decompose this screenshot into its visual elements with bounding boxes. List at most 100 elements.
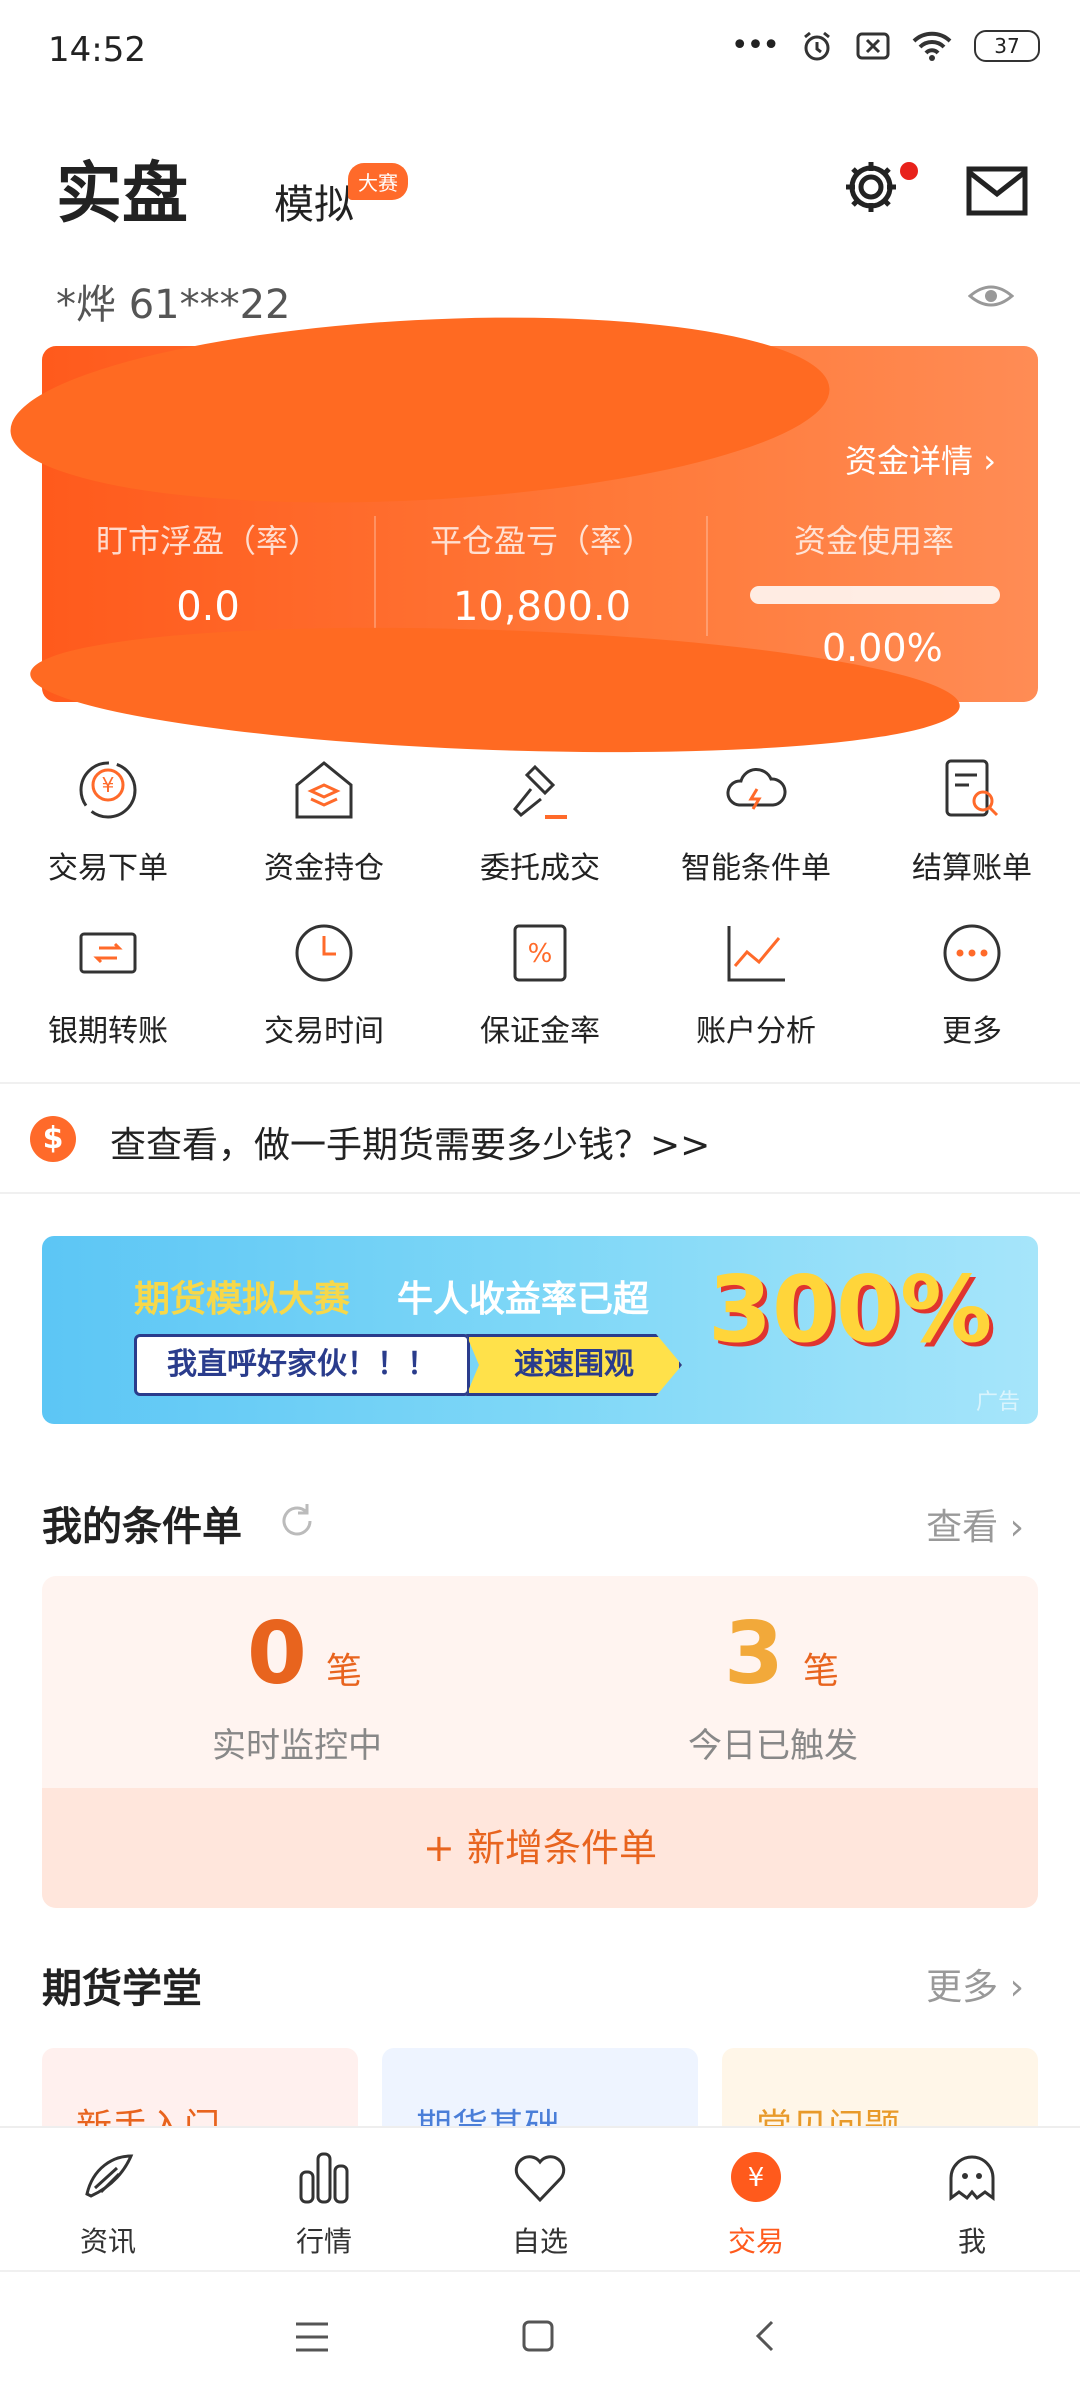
metric-label: 盯市浮盈（率）: [95, 522, 320, 560]
triggered-stat: 3 笔: [724, 1604, 839, 1704]
banner-title-a: 期货模拟大赛: [134, 1279, 351, 1320]
grid-trading-hours[interactable]: 交易时间: [216, 918, 432, 1050]
nav-watchlist[interactable]: 自选: [432, 2148, 648, 2260]
clock-icon: [295, 924, 353, 982]
heart-icon: [514, 2155, 566, 2203]
grid-label: 结算账单: [912, 851, 1032, 886]
menu-icon[interactable]: [294, 2320, 330, 2354]
cloud-lightning-icon: [726, 768, 787, 810]
grid-label: 保证金率: [480, 1014, 600, 1049]
alarm-icon: [804, 31, 830, 60]
grid-label: 资金持仓: [264, 851, 384, 886]
yen-badge-icon: ¥: [731, 2152, 781, 2202]
grid-label: 更多: [942, 1014, 1002, 1049]
grid-margin-rate[interactable]: % 保证金率: [432, 918, 648, 1050]
fund-detail-link[interactable]: 资金详情 ›: [845, 436, 996, 482]
conditions-view-link[interactable]: 查看 ›: [926, 1498, 1024, 1550]
grid-smart-conditions[interactable]: 智能条件单: [648, 755, 864, 887]
monitoring-unit: 笔: [325, 1651, 362, 1692]
nav-label: 资讯: [79, 2225, 136, 2258]
nav-label: 我: [957, 2225, 986, 2258]
metric-label: 平仓盈亏（率）: [429, 522, 654, 560]
battery-icon: 37: [974, 29, 1040, 62]
svg-text:%: %: [528, 939, 553, 969]
card-transfer-icon: [79, 932, 137, 974]
triggered-label: 今日已触发: [688, 1726, 858, 1766]
grid-bank-transfer[interactable]: 银期转账: [0, 918, 216, 1050]
triggered-unit: 笔: [802, 1651, 839, 1692]
settings-gear-icon[interactable]: [840, 156, 902, 218]
tab-real-trading[interactable]: 实盘: [56, 140, 188, 236]
svg-text:¥: ¥: [102, 773, 115, 797]
grid-account-analysis[interactable]: 账户分析: [648, 918, 864, 1050]
status-time: 14:52: [48, 30, 146, 70]
grid-trade-order[interactable]: ¥ 交易下单: [0, 755, 216, 887]
conditions-card: 0 笔 实时监控中 3 笔 今日已触发 + 新增条件单: [42, 1576, 1038, 1908]
nav-label: 交易: [727, 2225, 784, 2258]
monitoring-count: 0: [247, 1604, 307, 1704]
divider: [0, 1082, 1080, 1084]
nav-label: 行情: [295, 2225, 352, 2258]
nav-label: 自选: [511, 2225, 568, 2258]
banner-percent: 300%: [708, 1256, 993, 1363]
school-title: 期货学堂: [42, 1966, 202, 2012]
tab-simulation[interactable]: 模拟: [274, 172, 354, 230]
nav-news[interactable]: 资讯: [0, 2148, 216, 2260]
divider: [0, 1192, 1080, 1194]
grid-label: 委托成交: [480, 851, 600, 886]
banner-go-button[interactable]: 速速围观: [466, 1334, 682, 1396]
banner-callout: 我直呼好家伙！！！: [134, 1334, 470, 1396]
monitoring-label: 实时监控中: [212, 1726, 382, 1766]
gavel-icon: [512, 764, 567, 819]
fund-usage: 资金使用率: [708, 516, 1038, 562]
nav-me[interactable]: 我: [864, 2148, 1080, 2260]
nav-trade[interactable]: ¥ 交易: [648, 2148, 864, 2260]
cost-calculator-link[interactable]: 查查看，做一手期货需要多少钱？>>: [110, 1116, 710, 1168]
grid-orders-fills[interactable]: 委托成交: [432, 755, 648, 887]
mail-icon[interactable]: [966, 166, 1028, 216]
grid-label: 交易下单: [48, 851, 168, 886]
monitoring-stat: 0 笔: [247, 1604, 362, 1704]
percent-icon: %: [513, 924, 567, 982]
document-search-icon: [945, 759, 999, 817]
grid-label: 智能条件单: [681, 851, 831, 886]
metric-value: 0.0: [176, 584, 240, 630]
grid-more[interactable]: 更多: [864, 918, 1080, 1050]
status-bar: 14:52 ••• 37: [0, 0, 1080, 100]
ghost-avatar-icon: [949, 2155, 995, 2201]
eye-icon[interactable]: [968, 278, 1014, 314]
more-dots-icon: [943, 924, 1001, 982]
more-dots-status: •••: [730, 28, 780, 63]
wifi-icon: [912, 31, 952, 61]
fund-usage-bar: [750, 586, 1000, 604]
grid-settlement[interactable]: 结算账单: [864, 755, 1080, 887]
svg-text:¥: ¥: [748, 2163, 765, 2193]
floating-pnl: 盯市浮盈（率） 0.0: [42, 516, 374, 630]
conditions-title: 我的条件单: [42, 1504, 242, 1550]
home-icon[interactable]: [520, 2318, 556, 2354]
triggered-count: 3: [724, 1604, 784, 1704]
nav-market[interactable]: 行情: [216, 2148, 432, 2260]
line-chart-icon: [727, 926, 785, 982]
yen-circle-icon: ¥: [79, 761, 137, 819]
dollar-icon: $: [30, 1116, 76, 1162]
add-condition-button[interactable]: + 新增条件单: [42, 1788, 1038, 1908]
system-navigation-bar: [0, 2270, 1080, 2402]
refresh-icon[interactable]: [276, 1500, 318, 1542]
bottom-navigation: 资讯 行情 自选 ¥ 交易 我: [0, 2126, 1080, 2272]
grid-label: 交易时间: [264, 1014, 384, 1049]
ad-tag: 广告: [975, 1390, 1020, 1415]
contest-badge: 大赛: [348, 163, 408, 200]
grid-label: 银期转账: [48, 1014, 168, 1049]
house-stack-icon: [295, 761, 353, 819]
news-feather-icon: [85, 2154, 134, 2198]
back-icon[interactable]: [752, 2318, 778, 2354]
settings-notification-dot: [900, 162, 918, 180]
status-icons: ••• 37: [731, 28, 1040, 63]
contest-banner[interactable]: 期货模拟大赛 牛人收益率已超 300% 我直呼好家伙！！！ 速速围观 广告: [42, 1236, 1038, 1424]
grid-label: 账户分析: [696, 1014, 816, 1049]
school-more-link[interactable]: 更多 ›: [926, 1958, 1024, 2010]
banner-title-b: 牛人收益率已超: [397, 1279, 650, 1320]
grid-fund-position[interactable]: 资金持仓: [216, 755, 432, 887]
sim-off-icon: [856, 32, 890, 59]
